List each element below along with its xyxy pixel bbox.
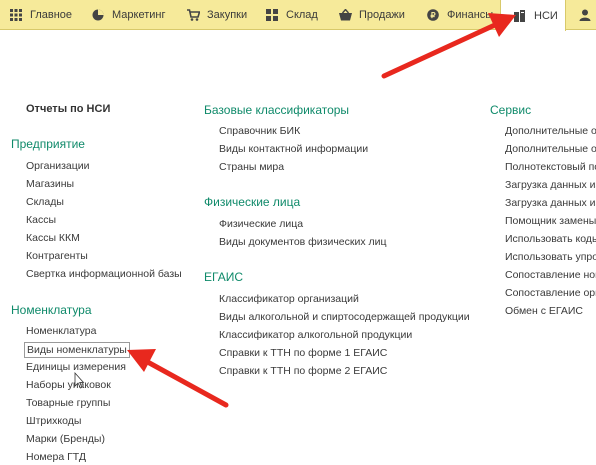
tab-sales-label: Продажи bbox=[359, 9, 405, 21]
section-egais-title: ЕГАИС bbox=[204, 270, 243, 284]
link-organizations[interactable]: Организации bbox=[26, 160, 90, 172]
link-warehouses[interactable]: Склады bbox=[26, 196, 64, 208]
tab-nsi-label: НСИ bbox=[534, 9, 558, 22]
basket-icon bbox=[338, 8, 352, 22]
service-item[interactable]: Полнотекстовый по bbox=[505, 161, 596, 173]
link-product-groups[interactable]: Товарные группы bbox=[26, 397, 110, 409]
service-item[interactable]: Сопоставление орга bbox=[505, 287, 596, 299]
link-gtd-numbers[interactable]: Номера ГТД bbox=[26, 451, 86, 463]
link-nomenclature[interactable]: Номенклатура bbox=[26, 325, 96, 337]
tab-finance-label: Финансы bbox=[447, 9, 494, 21]
service-item[interactable]: Дополнительные от bbox=[505, 143, 596, 155]
coin-icon: ₽ bbox=[426, 8, 440, 22]
tab-marketing[interactable]: Маркетинг bbox=[91, 0, 165, 30]
section-service-title: Сервис bbox=[490, 103, 532, 117]
link-alcohol-types[interactable]: Виды алкогольной и спиртосодержащей прод… bbox=[219, 311, 470, 323]
link-brands[interactable]: Марки (Бренды) bbox=[26, 433, 105, 445]
link-ttn-form1[interactable]: Справки к ТТН по форме 1 ЕГАИС bbox=[219, 347, 387, 359]
service-item[interactable]: Помощник замены с bbox=[505, 215, 596, 227]
tab-sales[interactable]: Продажи bbox=[338, 0, 405, 30]
link-counterparties[interactable]: Контрагенты bbox=[26, 250, 88, 262]
pie-chart-icon bbox=[91, 8, 105, 22]
tab-warehouse[interactable]: Склад bbox=[265, 0, 318, 30]
section-persons-title: Физические лица bbox=[204, 195, 301, 209]
service-item[interactable]: Загрузка данных из bbox=[505, 197, 596, 209]
section-nomenclature-title: Номенклатура bbox=[11, 303, 92, 317]
warehouse-icon bbox=[265, 8, 279, 22]
arrow-to-nomenclature-types bbox=[127, 349, 229, 408]
link-alcohol-classifier[interactable]: Классификатор алкогольной продукции bbox=[219, 329, 412, 341]
section-enterprise-title: Предприятие bbox=[11, 137, 85, 151]
link-countries[interactable]: Страны мира bbox=[219, 161, 284, 173]
tab-main[interactable]: Главное bbox=[9, 0, 72, 30]
service-item[interactable]: Использовать упро bbox=[505, 251, 596, 263]
svg-text:₽: ₽ bbox=[430, 11, 435, 20]
link-bik[interactable]: Справочник БИК bbox=[219, 125, 300, 137]
service-item[interactable]: Сопоставление ном bbox=[505, 269, 596, 281]
link-units[interactable]: Единицы измерения bbox=[26, 361, 126, 373]
service-item[interactable]: Использовать коды bbox=[505, 233, 596, 245]
link-stores[interactable]: Магазины bbox=[26, 178, 74, 190]
link-ttn-form2[interactable]: Справки к ТТН по форме 2 ЕГАИС bbox=[219, 365, 387, 377]
user-icon bbox=[578, 8, 592, 22]
service-item-egais-exchange[interactable]: Обмен с ЕГАИС bbox=[505, 305, 583, 317]
grid-icon bbox=[9, 8, 23, 22]
service-item[interactable]: Загрузка данных из bbox=[505, 179, 596, 191]
link-contact-info-types[interactable]: Виды контактной информации bbox=[219, 143, 368, 155]
tab-main-label: Главное bbox=[30, 9, 73, 21]
link-cashboxes[interactable]: Кассы bbox=[26, 214, 56, 226]
link-kkm-cashboxes[interactable]: Кассы ККМ bbox=[26, 232, 80, 244]
tab-purchases-label: Закупки bbox=[207, 9, 248, 21]
cart-icon bbox=[186, 8, 200, 22]
top-menu-bar: Главное Маркетинг Закупки Склад Продажи … bbox=[0, 0, 596, 31]
tab-warehouse-label: Склад bbox=[286, 9, 318, 21]
service-list: Дополнительные об Дополнительные от Полн… bbox=[505, 120, 596, 320]
section-base-classifiers-title: Базовые классификаторы bbox=[204, 103, 350, 117]
link-package-sets[interactable]: Наборы упаковок bbox=[26, 379, 111, 391]
tab-nsi[interactable]: НСИ bbox=[500, 0, 566, 31]
link-nomenclature-types[interactable]: Виды номенклатуры bbox=[24, 342, 130, 358]
link-person-doc-types[interactable]: Виды документов физических лиц bbox=[219, 236, 387, 248]
books-icon bbox=[513, 9, 527, 23]
link-org-classifier[interactable]: Классификатор организаций bbox=[219, 293, 359, 305]
tab-marketing-label: Маркетинг bbox=[112, 9, 166, 21]
reports-link[interactable]: Отчеты по НСИ bbox=[26, 103, 110, 115]
tab-purchases[interactable]: Закупки bbox=[186, 0, 247, 30]
tab-finance[interactable]: ₽ Финансы bbox=[426, 0, 493, 30]
link-persons[interactable]: Физические лица bbox=[219, 218, 303, 230]
service-item[interactable]: Дополнительные об bbox=[505, 125, 596, 137]
link-infobase-collapse[interactable]: Свертка информационной базы bbox=[26, 268, 182, 280]
link-barcodes[interactable]: Штрихкоды bbox=[26, 415, 81, 427]
tab-user[interactable] bbox=[578, 0, 596, 30]
